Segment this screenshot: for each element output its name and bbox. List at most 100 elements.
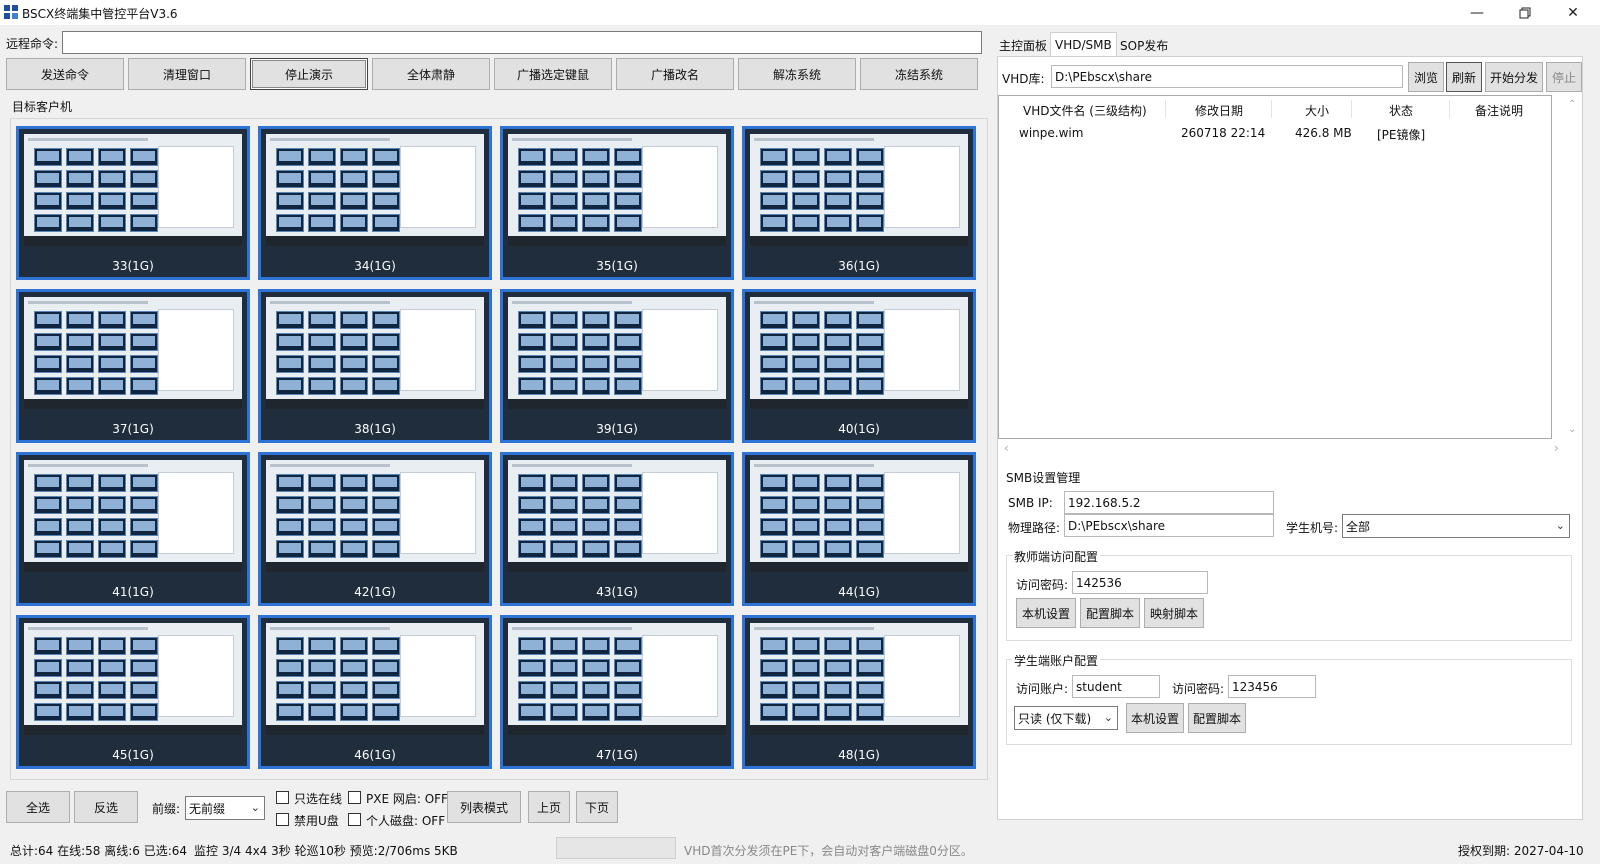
client-tile[interactable]: 39(1G) — [500, 289, 734, 443]
access-mode-select[interactable]: 只读 (仅下载) ⌄ — [1014, 706, 1118, 730]
client-tile[interactable]: 40(1G) — [742, 289, 976, 443]
client-tile[interactable]: 46(1G) — [258, 615, 492, 769]
list-mode-button[interactable]: 列表模式 — [447, 791, 521, 823]
refresh-button[interactable]: 刷新 — [1446, 62, 1482, 92]
personal-disk-checkbox[interactable] — [348, 813, 361, 826]
client-label: 47(1G) — [596, 748, 638, 762]
remote-command-input[interactable] — [62, 31, 982, 54]
chevron-down-icon: ⌄ — [250, 801, 260, 814]
smb-ip-label: SMB IP: — [1008, 496, 1053, 510]
column-header-size[interactable]: 大小 — [1305, 102, 1329, 119]
close-icon[interactable]: ✕ — [1550, 0, 1596, 25]
client-label: 35(1G) — [596, 259, 638, 273]
client-screen-preview — [266, 297, 484, 409]
tab-sop-publish[interactable]: SOP发布 — [1116, 34, 1172, 56]
physical-path-label: 物理路径: — [1008, 521, 1061, 535]
only-online-label: 只选在线 — [294, 792, 343, 806]
column-header-status[interactable]: 状态 — [1389, 102, 1413, 119]
scroll-up-icon[interactable]: ⌃ — [1568, 99, 1576, 110]
scroll-right-icon[interactable]: › — [1554, 441, 1559, 455]
broadcast-keymouse-button[interactable]: 广播选定键鼠 — [494, 58, 612, 90]
client-tile[interactable]: 36(1G) — [742, 126, 976, 280]
vhd-file-list[interactable]: VHD文件名 (三级结构) 修改日期 大小 状态 备注说明 winpe.wim … — [998, 95, 1552, 439]
teacher-config-script-button[interactable]: 配置脚本 — [1080, 598, 1140, 628]
window-title: BSCX终端集中管控平台V3.6 — [22, 7, 178, 21]
teacher-access-title: 教师端访问配置 — [1012, 548, 1101, 565]
client-tile[interactable]: 34(1G) — [258, 126, 492, 280]
scroll-left-icon[interactable]: ‹ — [1004, 441, 1009, 455]
student-password-input[interactable]: 123456 — [1228, 675, 1316, 698]
teacher-password-input[interactable]: 142536 — [1072, 571, 1208, 594]
student-id-select[interactable]: 全部 ⌄ — [1342, 514, 1570, 538]
column-header-filename[interactable]: VHD文件名 (三级结构) — [1023, 102, 1147, 119]
physical-path-input[interactable]: D:\PEbscx\share — [1064, 514, 1274, 537]
license-expiry: 授权到期: 2027-04-10 — [1458, 844, 1584, 858]
row-filename[interactable]: winpe.wim — [1019, 126, 1083, 140]
client-tile[interactable]: 45(1G) — [16, 615, 250, 769]
next-page-button[interactable]: 下页 — [576, 791, 618, 823]
freeze-system-button[interactable]: 冻结系统 — [860, 58, 978, 90]
client-tile[interactable]: 33(1G) — [16, 126, 250, 280]
prev-page-button[interactable]: 上页 — [528, 791, 570, 823]
stop-button[interactable]: 停止 — [1546, 62, 1582, 92]
app-logo-icon — [4, 5, 18, 19]
column-header-note[interactable]: 备注说明 — [1475, 102, 1523, 119]
vhd-path-input[interactable]: D:\PEbscx\share — [1051, 65, 1403, 88]
client-screen-preview — [508, 134, 726, 246]
client-label: 42(1G) — [354, 585, 396, 599]
client-screen-preview — [24, 623, 242, 735]
client-tile[interactable]: 35(1G) — [500, 126, 734, 280]
student-account-input[interactable]: student — [1072, 675, 1160, 698]
client-tile[interactable]: 37(1G) — [16, 289, 250, 443]
client-screen-preview — [266, 134, 484, 246]
unfreeze-system-button[interactable]: 解冻系统 — [738, 58, 856, 90]
personal-disk-label: 个人磁盘: OFF — [366, 814, 446, 828]
clear-window-button[interactable]: 清理窗口 — [128, 58, 246, 90]
tab-main-control[interactable]: 主控面板 — [995, 34, 1051, 56]
client-tile[interactable]: 44(1G) — [742, 452, 976, 606]
client-screen-preview — [24, 134, 242, 246]
tab-vhd-smb[interactable]: VHD/SMB — [1050, 32, 1117, 56]
teacher-map-script-button[interactable]: 映射脚本 — [1144, 598, 1204, 628]
smb-ip-input[interactable]: 192.168.5.2 — [1064, 491, 1274, 514]
browse-button[interactable]: 浏览 — [1408, 62, 1444, 92]
scroll-down-icon[interactable]: ⌄ — [1568, 424, 1576, 435]
invert-selection-button[interactable]: 反选 — [74, 791, 138, 823]
client-tile[interactable]: 38(1G) — [258, 289, 492, 443]
client-tile[interactable]: 48(1G) — [742, 615, 976, 769]
client-tile[interactable]: 47(1G) — [500, 615, 734, 769]
access-mode-value: 只读 (仅下载) — [1018, 711, 1092, 726]
mute-all-button[interactable]: 全体肃静 — [372, 58, 490, 90]
student-local-settings-button[interactable]: 本机设置 — [1126, 703, 1184, 733]
stop-demo-button[interactable]: 停止演示 — [250, 58, 368, 90]
prefix-value: 无前缀 — [189, 801, 226, 816]
client-label: 43(1G) — [596, 585, 638, 599]
client-label: 46(1G) — [354, 748, 396, 762]
teacher-local-settings-button[interactable]: 本机设置 — [1016, 598, 1076, 628]
student-id-value: 全部 — [1346, 519, 1371, 534]
pxe-wake-checkbox[interactable] — [348, 791, 361, 804]
column-header-date[interactable]: 修改日期 — [1195, 102, 1243, 119]
client-tile[interactable]: 43(1G) — [500, 452, 734, 606]
smb-group — [1002, 467, 1003, 468]
student-account-group — [1006, 659, 1572, 745]
student-config-script-button[interactable]: 配置脚本 — [1188, 703, 1246, 733]
restore-icon[interactable] — [1502, 0, 1548, 25]
broadcast-rename-button[interactable]: 广播改名 — [616, 58, 734, 90]
student-account-label: 访问账户: — [1016, 682, 1069, 696]
status-hint: VHD首次分发须在PE下，会自动对客户端磁盘0分区。 — [684, 844, 973, 858]
disable-usb-checkbox[interactable] — [276, 813, 289, 826]
start-distribute-button[interactable]: 开始分发 — [1485, 62, 1543, 92]
client-screen-preview — [750, 134, 968, 246]
select-all-button[interactable]: 全选 — [6, 791, 70, 823]
minimize-icon[interactable]: — — [1454, 0, 1500, 25]
only-online-checkbox[interactable] — [276, 791, 289, 804]
student-id-label: 学生机号: — [1286, 521, 1339, 535]
client-label: 38(1G) — [354, 422, 396, 436]
student-account-title: 学生端账户配置 — [1012, 652, 1101, 669]
prefix-select[interactable]: 无前缀 ⌄ — [185, 796, 265, 820]
client-tile[interactable]: 41(1G) — [16, 452, 250, 606]
send-command-button[interactable]: 发送命令 — [6, 58, 124, 90]
client-tile[interactable]: 42(1G) — [258, 452, 492, 606]
title-bar — [0, 0, 1600, 25]
